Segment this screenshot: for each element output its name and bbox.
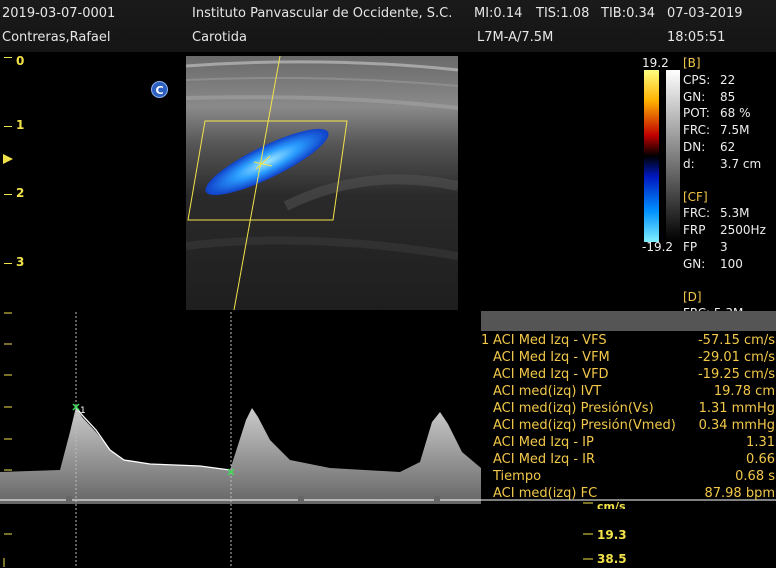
measurement-row: ACI med(izq) FC 87.98 bpm: [493, 486, 775, 501]
header-bar: 2019-03-07-0001 Contreras,Rafael Institu…: [0, 0, 776, 52]
exam-id: 2019-03-07-0001: [2, 6, 116, 21]
velocity-scale-2: 38.5: [597, 552, 627, 566]
velocity-scale-1: 19.3: [597, 528, 627, 542]
study-name: Carotida: [192, 30, 247, 45]
measurement-panel: 1 ACI Med Izq - VFS -57.15 cm/s ACI Med Iz…: [481, 332, 776, 502]
measurement-row: ACI med(izq) Presión(Vs) 1.31 mmHg: [493, 401, 775, 416]
color-scale-max: 19.2: [642, 56, 669, 70]
probe-name: L7M-A/7.5M: [477, 30, 554, 45]
depth-label-2: 2: [16, 186, 25, 200]
cursor-marker: 1: [80, 406, 86, 416]
measurement-row: ACI Med Izq - VFM -29.01 cm/s: [493, 350, 775, 365]
depth-label-0: 0: [16, 54, 25, 68]
measurement-row: ACI med(izq) Presión(Vmed) 0.34 mmHg: [493, 418, 775, 433]
parameter-panel: [B] CPS: 22 GN: 85 POT: 68 % FRC: 7.5M DN: 62…: [683, 55, 776, 311]
exam-date: 07-03-2019: [667, 6, 743, 21]
measurement-index: 1: [481, 333, 490, 348]
measurement-row: Tiempo 0.68 s: [493, 469, 775, 484]
color-scale-min: -19.2: [642, 240, 674, 254]
ultrasound-image: [186, 56, 458, 310]
mi-index: MI:0.14: [474, 6, 523, 21]
cf-param-row: FRP 2500Hz: [683, 223, 766, 238]
measurement-row: ACI Med Izq - VFD -19.25 cm/s: [493, 367, 775, 382]
focus-marker-icon: [3, 154, 13, 164]
velocity-scale-unit: cm/s: [597, 500, 626, 509]
cf-param-row: FP 3: [683, 239, 728, 254]
measurement-row: ACI med(izq) IVT 19.78 cm: [493, 384, 775, 399]
depth-label-3: 3: [16, 255, 25, 269]
patient-name: Contreras,Rafael: [2, 30, 111, 45]
b-param-row: GN: 85: [683, 89, 736, 104]
tib-index: TIB:0.34: [601, 6, 656, 21]
depth-label-1: 1: [16, 118, 25, 132]
measurement-row: ACI Med Izq - IP 1.31: [493, 435, 775, 450]
b-mode-title: [B]: [683, 56, 701, 70]
measurement-row: ACI Med Izq - IR 0.66: [493, 452, 775, 467]
institution-name: Instituto Panvascular de Occidente, S.C.: [192, 6, 453, 21]
measurement-header: [481, 311, 776, 331]
d-mode-title: [D]: [683, 289, 702, 304]
b-param-row: FRC: 7.5M: [683, 123, 750, 138]
b-param-row: POT: 68 %: [683, 106, 751, 121]
tis-index: TIS:1.08: [536, 6, 590, 21]
color-mode-badge: C: [151, 81, 168, 98]
b-param-row: CPS: 22: [683, 72, 736, 87]
cf-param-row: GN: 100: [683, 256, 743, 271]
b-param-row: DN: 62: [683, 139, 736, 154]
exam-time: 18:05:51: [667, 30, 726, 45]
cf-param-row: FRC: 5.3M: [683, 206, 750, 221]
b-param-row: d: 3.7 cm: [683, 156, 762, 171]
cf-mode-title: [CF]: [683, 189, 708, 204]
measurement-row: 1 ACI Med Izq - VFS -57.15 cm/s: [481, 333, 775, 348]
